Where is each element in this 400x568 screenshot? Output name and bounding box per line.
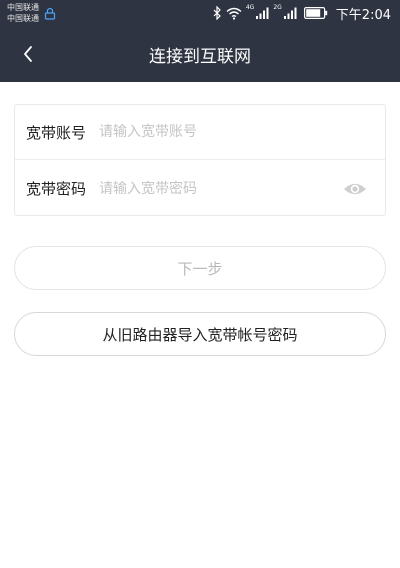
network-type-2: 2G (273, 4, 282, 11)
password-input[interactable] (99, 173, 335, 204)
account-label: 宽带账号 (26, 123, 87, 142)
vpn-lock-icon (44, 7, 56, 20)
battery-icon (303, 7, 327, 19)
password-label: 宽带密码 (26, 180, 87, 198)
back-button[interactable] (14, 40, 42, 68)
account-input[interactable] (99, 117, 385, 147)
carrier-info: 中国联通 中国联通 (7, 2, 39, 24)
signal-icon (283, 7, 297, 19)
chevron-left-icon (24, 46, 32, 62)
clock-time: 下午2:04 (335, 7, 391, 23)
password-visibility-toggle[interactable] (335, 174, 375, 204)
nav-bar: 连接到互联网 (0, 26, 400, 82)
bluetooth-icon (213, 6, 221, 20)
import-from-old-router-button[interactable]: 从旧路由器导入宽带帐号密码 (14, 312, 386, 356)
wifi-icon (226, 7, 242, 20)
carrier-2-label: 中国联通 (7, 14, 39, 23)
credentials-form: 宽带账号 宽带密码 (14, 104, 386, 216)
password-row: 宽带密码 (15, 161, 385, 216)
signal-icon (256, 7, 269, 19)
account-row: 宽带账号 (15, 105, 385, 160)
eye-icon (344, 183, 366, 194)
status-bar: 中国联通 中国联通 4G 2G 下午2:04 (0, 0, 400, 26)
next-button[interactable]: 下一步 (14, 246, 386, 290)
network-type-1: 4G (245, 4, 255, 11)
status-icons: 4G 2G 下午2:04 (213, 4, 391, 23)
page-title: 连接到互联网 (149, 46, 251, 67)
carrier-1-label: 中国联通 (7, 3, 39, 12)
